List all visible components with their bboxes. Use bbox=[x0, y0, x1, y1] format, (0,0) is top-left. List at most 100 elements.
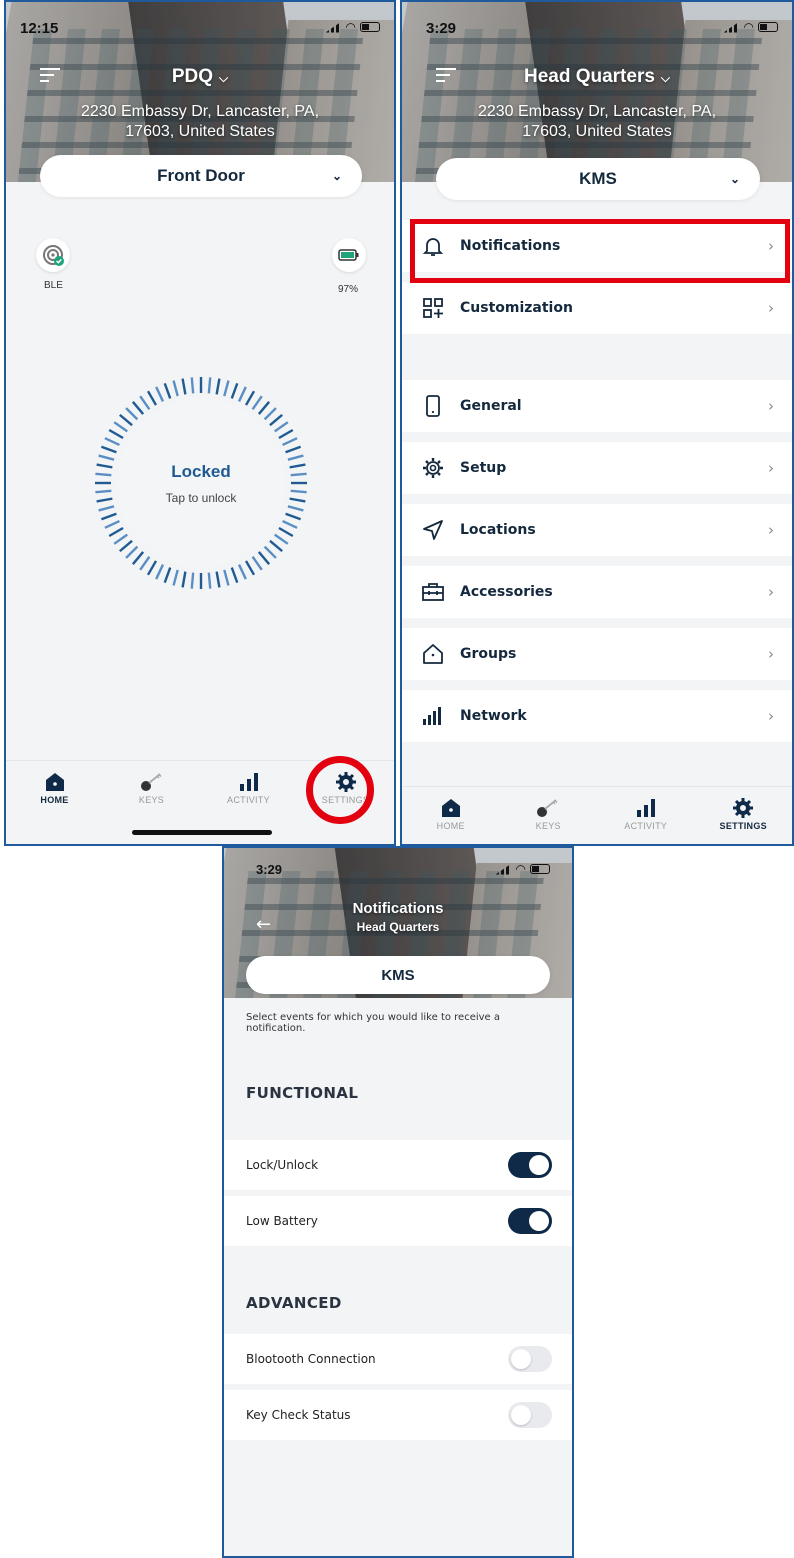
lock-ring-tick bbox=[155, 386, 165, 402]
gear-icon bbox=[733, 798, 754, 818]
tab-activity[interactable]: ACTIVITY bbox=[597, 787, 695, 844]
settings-list: Notifications › Customization › General … bbox=[402, 220, 792, 752]
notification-label: Blootooth Connection bbox=[246, 1352, 376, 1366]
lock-ring-tick bbox=[282, 437, 298, 447]
tab-home[interactable]: HOME bbox=[402, 787, 500, 844]
cellular-signal-icon bbox=[495, 863, 512, 875]
settings-item-setup[interactable]: Setup › bbox=[402, 442, 792, 494]
tab-label: ACTIVITY bbox=[624, 821, 668, 831]
phone-icon bbox=[426, 395, 440, 417]
location-selector[interactable]: PDQ ⌵ bbox=[6, 66, 394, 88]
lock-ring-tick bbox=[263, 545, 277, 559]
lock-ring-tick bbox=[269, 539, 283, 553]
chevron-right-icon: › bbox=[768, 459, 774, 477]
bluetooth-connection-toggle[interactable] bbox=[508, 1346, 552, 1372]
status-time: 3:29 bbox=[426, 20, 457, 37]
lock-ring-tick bbox=[244, 390, 256, 406]
house-outline-icon bbox=[423, 644, 443, 664]
grid-plus-icon bbox=[423, 298, 443, 318]
lock-ring-tick bbox=[237, 386, 247, 402]
location-name: Head Quarters bbox=[523, 66, 655, 87]
lock-ring-tick bbox=[119, 413, 133, 427]
lock-ring-tick bbox=[269, 413, 283, 427]
ble-status-icon[interactable] bbox=[36, 238, 70, 272]
settings-item-customization[interactable]: Customization › bbox=[402, 282, 792, 334]
lock-ring-tick bbox=[223, 380, 230, 397]
notification-label: Lock/Unlock bbox=[246, 1158, 319, 1172]
section-heading-advanced: ADVANCED bbox=[246, 1294, 342, 1312]
lock-ring-tick bbox=[100, 445, 117, 454]
notifications-highlight-box bbox=[410, 219, 790, 283]
lock-ring-tick bbox=[163, 382, 172, 399]
lock-ring-tick bbox=[257, 551, 271, 565]
wifi-icon: ◠ bbox=[515, 862, 526, 876]
lock-unlock-toggle[interactable] bbox=[508, 1152, 552, 1178]
ble-label: BLE bbox=[44, 280, 63, 291]
settings-item-label: Network bbox=[460, 708, 527, 724]
lock-ring-tick bbox=[282, 519, 298, 529]
status-indicators: ◠ bbox=[723, 20, 778, 34]
toolbox-icon bbox=[422, 583, 444, 601]
lock-selector-label: Front Door bbox=[157, 166, 245, 185]
lock-ring-tick bbox=[104, 519, 120, 529]
tab-activity[interactable]: ACTIVITY bbox=[200, 761, 297, 822]
bottom-tab-bar: HOME KEYS ACTIVITY SETTINGS bbox=[402, 786, 793, 844]
tab-home[interactable]: HOME bbox=[6, 761, 103, 822]
lock-ring-tick bbox=[274, 533, 289, 545]
lock-ring-tick bbox=[230, 567, 239, 584]
home-indicator bbox=[132, 830, 272, 835]
lock-ring-tick bbox=[104, 437, 120, 447]
lock-ring-tick bbox=[113, 421, 128, 433]
location-address: 2230 Embassy Dr, Lancaster, PA, 17603, U… bbox=[80, 103, 320, 140]
lock-selector-dropdown[interactable]: KMS ⌄ bbox=[436, 158, 760, 200]
page-title: Notifications bbox=[352, 900, 444, 917]
lock-ring-tick bbox=[131, 401, 145, 415]
settings-item-label: Groups bbox=[460, 646, 517, 662]
lock-ring-tick bbox=[285, 445, 302, 454]
lock-ring-tick bbox=[146, 560, 158, 576]
lock-ring-tick bbox=[139, 556, 151, 571]
wifi-icon: ◠ bbox=[345, 20, 356, 34]
tab-label: KEYS bbox=[138, 795, 165, 805]
page-subtitle: Head Quarters bbox=[356, 920, 440, 934]
lock-selector[interactable]: KMS bbox=[246, 956, 550, 994]
lock-ring-tick bbox=[190, 377, 195, 394]
battery-status-icon bbox=[530, 864, 550, 874]
notifications-screen: 3:29 ◠ ← Notifications Head Quarters KMS… bbox=[222, 846, 574, 1558]
location-address: 2230 Embassy Dr, Lancaster, PA, 17603, U… bbox=[477, 103, 717, 140]
lock-ring-tick bbox=[223, 569, 230, 586]
tab-keys[interactable]: KEYS bbox=[500, 787, 598, 844]
cellular-signal-icon bbox=[325, 21, 342, 33]
lock-ring-tick bbox=[230, 382, 239, 399]
settings-item-label: Locations bbox=[460, 522, 536, 538]
lock-ring-tick bbox=[263, 407, 277, 421]
lock-ring-tick bbox=[181, 571, 187, 588]
settings-item-groups[interactable]: Groups › bbox=[402, 628, 792, 680]
low-battery-toggle[interactable] bbox=[508, 1208, 552, 1234]
lock-ring-tick bbox=[125, 545, 139, 559]
key-icon bbox=[140, 773, 162, 791]
lock-button[interactable] bbox=[93, 375, 309, 591]
lock-ring-tick bbox=[274, 421, 289, 433]
lock-ring-tick bbox=[287, 454, 304, 461]
key-check-status-toggle[interactable] bbox=[508, 1402, 552, 1428]
tab-settings[interactable]: SETTINGS bbox=[695, 787, 793, 844]
settings-item-general[interactable]: General › bbox=[402, 380, 792, 432]
notification-row-bluetooth-connection: Blootooth Connection bbox=[224, 1334, 572, 1384]
lock-ring-tick bbox=[251, 556, 263, 571]
lock-ring-tick bbox=[172, 569, 179, 586]
lock-ring-tick bbox=[190, 572, 195, 589]
settings-item-network[interactable]: Network › bbox=[402, 690, 792, 742]
tab-keys[interactable]: KEYS bbox=[103, 761, 200, 822]
location-selector[interactable]: Head Quarters ⌵ bbox=[402, 66, 792, 88]
settings-item-accessories[interactable]: Accessories › bbox=[402, 566, 792, 618]
lock-battery-icon[interactable] bbox=[332, 238, 366, 272]
settings-item-locations[interactable]: Locations › bbox=[402, 504, 792, 556]
gear-icon bbox=[423, 458, 443, 478]
home-screen: 12:15 ◠ PDQ ⌵ 2230 Embassy Dr, Lancaster,… bbox=[4, 0, 396, 846]
settings-item-label: Setup bbox=[460, 460, 507, 476]
lock-selector-label: KMS bbox=[381, 966, 415, 984]
lock-selector-dropdown[interactable]: Front Door ⌄ bbox=[40, 155, 362, 197]
lock-ring-tick bbox=[215, 378, 221, 395]
chevron-right-icon: › bbox=[768, 299, 774, 317]
